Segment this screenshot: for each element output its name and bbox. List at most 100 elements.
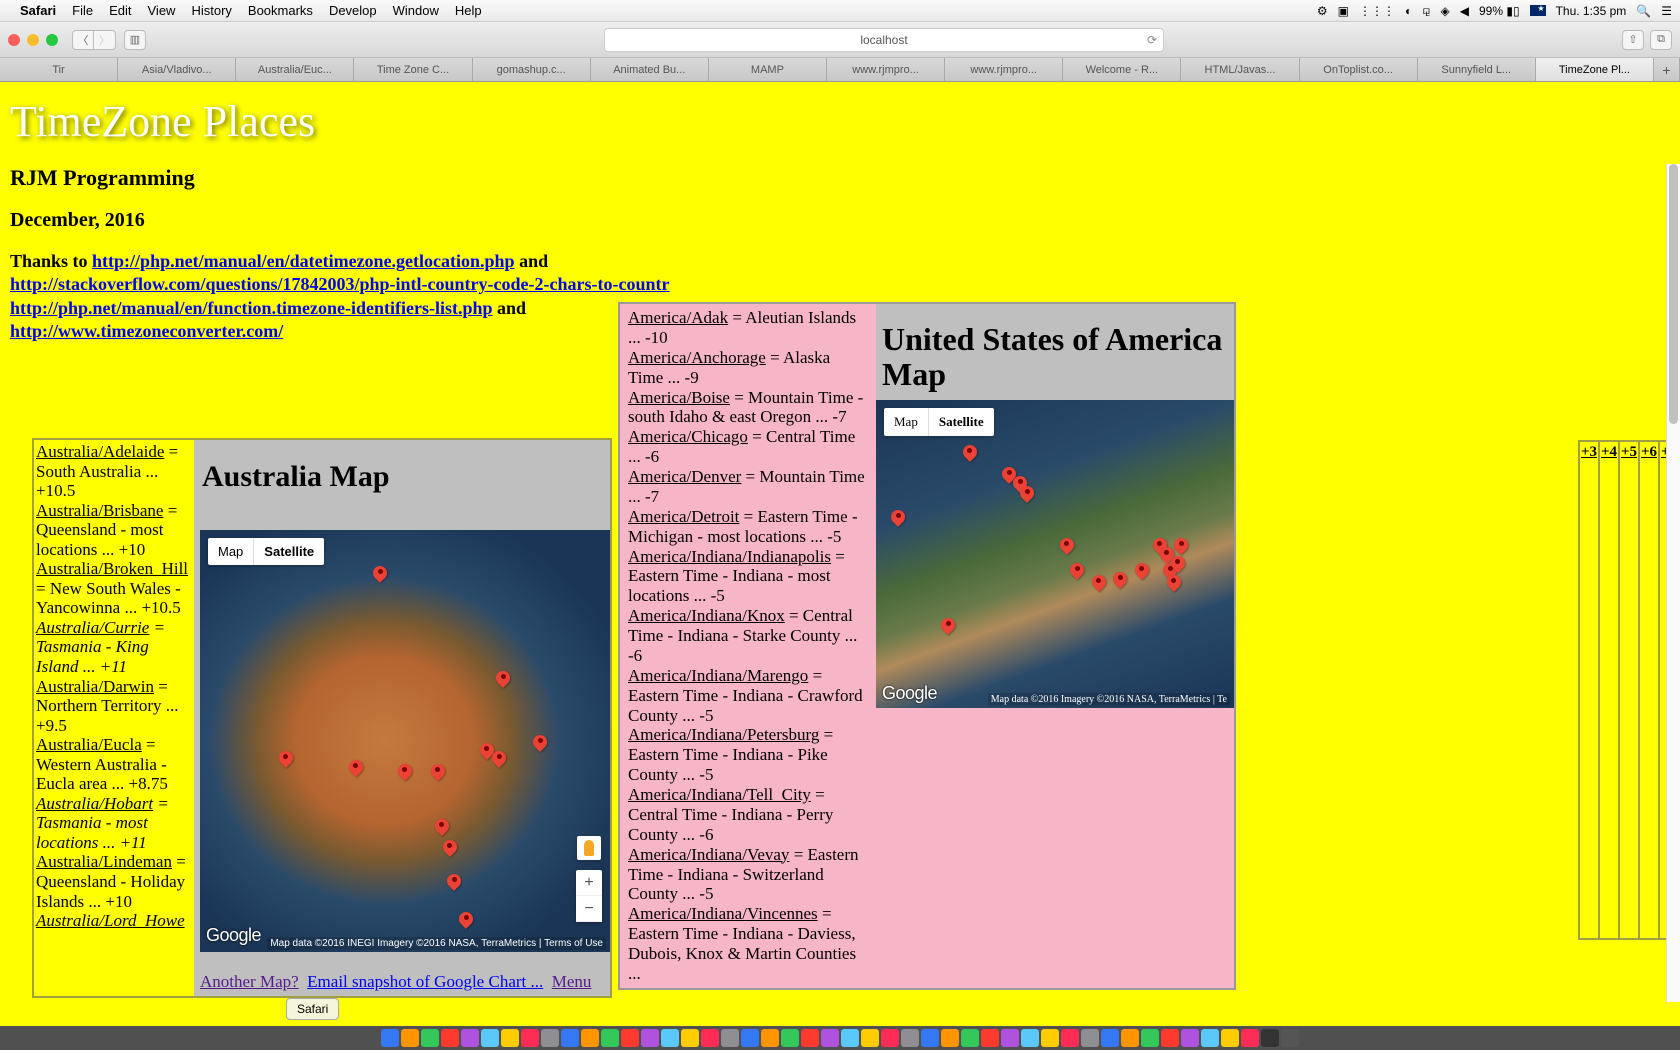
scrollbar[interactable] xyxy=(1666,164,1680,1002)
timezone-link[interactable]: America/Chicago xyxy=(628,427,748,446)
dock-app-icon[interactable] xyxy=(681,1029,699,1047)
browser-tab[interactable]: www.rjmpro... xyxy=(827,58,945,81)
dock-app-icon[interactable] xyxy=(841,1029,859,1047)
spotlight-icon[interactable]: 🔍 xyxy=(1636,4,1651,18)
australia-map[interactable]: Map Satellite + − Google Map data ©2016 … xyxy=(200,530,610,952)
browser-tab[interactable]: Sunnyfield L... xyxy=(1418,58,1536,81)
dock-app-icon[interactable] xyxy=(1181,1029,1199,1047)
menu-help[interactable]: Help xyxy=(455,3,482,18)
satellite-button[interactable]: Satellite xyxy=(928,408,994,436)
dock-app-icon[interactable] xyxy=(601,1029,619,1047)
sidebar-button[interactable]: ▥ xyxy=(124,30,146,50)
dock-app-icon[interactable] xyxy=(921,1029,939,1047)
menu-file[interactable]: File xyxy=(72,3,93,18)
dock-app-icon[interactable] xyxy=(1221,1029,1239,1047)
dock-app-icon[interactable] xyxy=(521,1029,539,1047)
reload-icon[interactable]: ⟳ xyxy=(1147,33,1157,47)
dock-app-icon[interactable] xyxy=(1001,1029,1019,1047)
dock-app-icon[interactable] xyxy=(1121,1029,1139,1047)
browser-tab[interactable]: Time Zone C... xyxy=(354,58,472,81)
browser-tab[interactable]: Australia/Euc... xyxy=(236,58,354,81)
zoom-out[interactable]: − xyxy=(576,896,602,922)
dock-app-icon[interactable] xyxy=(701,1029,719,1047)
credit-link-4[interactable]: http://www.timezoneconverter.com/ xyxy=(10,321,283,341)
dock-app-icon[interactable] xyxy=(1141,1029,1159,1047)
usa-map[interactable]: Map Satellite Google Map data ©2016 Imag… xyxy=(876,400,1234,708)
zoom-window[interactable] xyxy=(46,34,58,46)
dock-app-icon[interactable] xyxy=(1061,1029,1079,1047)
dock-app-icon[interactable] xyxy=(461,1029,479,1047)
close-window[interactable] xyxy=(8,34,20,46)
clock[interactable]: Thu. 1:35 pm xyxy=(1556,4,1627,18)
bluetooth-icon[interactable]: ⚼ xyxy=(1422,3,1430,18)
zoom-in[interactable]: + xyxy=(576,870,602,896)
terms-link[interactable]: Terms of Use xyxy=(544,938,603,949)
wifi-icon[interactable]: ◈ xyxy=(1441,4,1450,18)
offset-tab[interactable]: +4 xyxy=(1598,440,1620,940)
dock-app-icon[interactable] xyxy=(981,1029,999,1047)
menu-window[interactable]: Window xyxy=(393,3,439,18)
volume-icon[interactable]: ◀ xyxy=(1460,4,1469,18)
timezone-link[interactable]: America/Indiana/Vincennes xyxy=(628,904,818,923)
dock-app-icon[interactable] xyxy=(801,1029,819,1047)
back-button[interactable]: 〈 xyxy=(72,30,94,50)
browser-tab[interactable]: gomashup.c... xyxy=(473,58,591,81)
scroll-thumb[interactable] xyxy=(1669,164,1678,424)
status-icon[interactable]: ⋮⋮⋮ xyxy=(1359,4,1395,18)
dock-app-icon[interactable] xyxy=(1161,1029,1179,1047)
timezone-link[interactable]: Australia/Adelaide xyxy=(36,442,164,461)
dock-app-icon[interactable] xyxy=(661,1029,679,1047)
menu-bookmarks[interactable]: Bookmarks xyxy=(248,3,313,18)
dock-app-icon[interactable] xyxy=(1081,1029,1099,1047)
dock-app-icon[interactable] xyxy=(1241,1029,1259,1047)
menu-develop[interactable]: Develop xyxy=(329,3,377,18)
timezone-link[interactable]: Australia/Hobart xyxy=(36,794,153,813)
new-tab-button[interactable]: + xyxy=(1654,58,1680,81)
timezone-link[interactable]: America/Indiana/Tell_City xyxy=(628,785,811,804)
offset-tab[interactable]: +6 xyxy=(1638,440,1660,940)
dock-app-icon[interactable] xyxy=(641,1029,659,1047)
status-icon[interactable]: ◐ xyxy=(1405,4,1412,18)
browser-tab[interactable]: www.rjmpro... xyxy=(945,58,1063,81)
dock-app-icon[interactable] xyxy=(581,1029,599,1047)
browser-tab[interactable]: Asia/Vladivo... xyxy=(118,58,236,81)
dock-app-icon[interactable] xyxy=(961,1029,979,1047)
status-icon[interactable]: ▣ xyxy=(1338,4,1349,18)
browser-tab[interactable]: Animated Bu... xyxy=(591,58,709,81)
dock-app-icon[interactable] xyxy=(381,1029,399,1047)
dock-app-icon[interactable] xyxy=(481,1029,499,1047)
timezone-link[interactable]: Australia/Lindeman xyxy=(36,852,172,871)
dock-app-icon[interactable] xyxy=(1021,1029,1039,1047)
credit-link-3[interactable]: http://php.net/manual/en/function.timezo… xyxy=(10,298,493,318)
terms-link[interactable]: Te xyxy=(1217,694,1227,705)
dock-app-icon[interactable] xyxy=(561,1029,579,1047)
offset-tab[interactable]: +5 xyxy=(1618,440,1640,940)
share-button[interactable]: ⇧ xyxy=(1622,30,1644,50)
map-button[interactable]: Map xyxy=(208,538,253,565)
dock-app-icon[interactable] xyxy=(1261,1029,1279,1047)
timezone-link[interactable]: Australia/Darwin xyxy=(36,677,154,696)
status-icon[interactable]: ⚙ xyxy=(1317,4,1328,18)
satellite-button[interactable]: Satellite xyxy=(253,538,324,565)
email-snapshot-link[interactable]: Email snapshot of Google Chart ... xyxy=(307,972,543,991)
dock-app-icon[interactable] xyxy=(761,1029,779,1047)
timezone-link[interactable]: America/Anchorage xyxy=(628,348,766,367)
dock-app-icon[interactable] xyxy=(881,1029,899,1047)
dock-app-icon[interactable] xyxy=(421,1029,439,1047)
dock-app-icon[interactable] xyxy=(1281,1029,1299,1047)
menu-edit[interactable]: Edit xyxy=(109,3,131,18)
timezone-link[interactable]: Australia/Lord_Howe xyxy=(36,911,185,930)
offset-tab[interactable]: +3 xyxy=(1578,440,1600,940)
dock-app-icon[interactable] xyxy=(401,1029,419,1047)
timezone-link[interactable]: America/Indiana/Marengo xyxy=(628,666,808,685)
timezone-link[interactable]: Australia/Eucla xyxy=(36,735,142,754)
browser-tab[interactable]: TimeZone Pl... xyxy=(1536,58,1654,81)
timezone-link[interactable]: America/Boise xyxy=(628,388,730,407)
browser-tab[interactable]: MAMP xyxy=(709,58,827,81)
flag-icon[interactable] xyxy=(1530,5,1546,16)
browser-tab[interactable]: Tir xyxy=(0,58,118,81)
notification-icon[interactable]: ☰ xyxy=(1661,4,1672,18)
timezone-link[interactable]: America/Indiana/Knox xyxy=(628,606,785,625)
another-map-link[interactable]: Another Map? xyxy=(200,972,299,991)
menu-history[interactable]: History xyxy=(191,3,231,18)
